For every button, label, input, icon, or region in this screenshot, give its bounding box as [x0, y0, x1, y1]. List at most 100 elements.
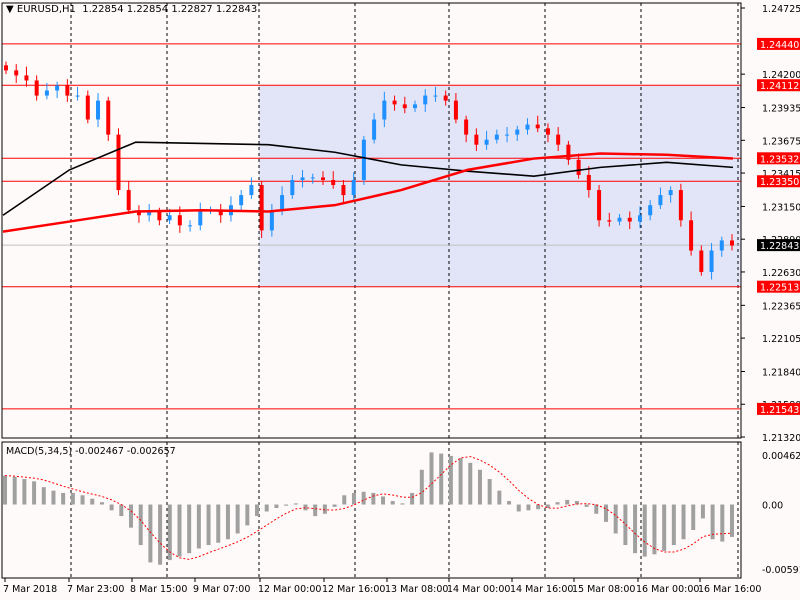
candle-body	[96, 100, 101, 120]
macd-bar	[536, 504, 541, 510]
macd-title: MACD(5,34,5) -0.002467 -0.002657	[6, 446, 176, 457]
macd-bar	[303, 504, 308, 511]
candle-body	[44, 90, 49, 96]
ohlc-label: 1.22854 1.22854 1.22827 1.22843	[82, 4, 258, 15]
candle-body	[730, 240, 734, 246]
macd-bar	[497, 490, 502, 505]
candle-body	[586, 174, 591, 191]
level-tag-label: 1.24440	[760, 40, 799, 51]
x-tick-label: 12 Mar 00:00	[258, 584, 321, 595]
candle-body	[433, 95, 438, 97]
macd-bar	[381, 496, 386, 505]
x-tick-label: 16 Mar 00:00	[636, 584, 699, 595]
level-tag-label: 1.24112	[760, 81, 799, 92]
macd-bar	[313, 504, 318, 517]
candle-body	[678, 190, 683, 221]
macd-bar	[99, 502, 104, 505]
candle-body	[177, 215, 182, 226]
candle-body	[607, 220, 612, 222]
macd-bar	[351, 492, 356, 505]
candle-body	[464, 119, 469, 135]
candle-body	[239, 195, 244, 206]
macd-bar	[70, 492, 75, 505]
macd-bar	[487, 479, 492, 505]
macd-bar	[700, 504, 705, 519]
macd-y-label: 0.004622	[762, 451, 800, 462]
macd-bar	[196, 504, 201, 549]
candle-body	[556, 134, 561, 145]
macd-bar	[477, 469, 482, 505]
macd-bar	[390, 501, 395, 505]
macd-bar	[225, 504, 230, 540]
candle-body	[259, 185, 264, 231]
x-tick-label: 7 Mar 23:00	[67, 584, 124, 595]
x-tick-label: 15 Mar 08:00	[572, 584, 635, 595]
macd-bar	[507, 501, 512, 505]
price-zone	[259, 85, 741, 287]
macd-bar	[633, 504, 638, 554]
macd-bar	[119, 504, 124, 517]
macd-bar	[90, 498, 95, 505]
y-tick-label: 1.23150	[762, 202, 800, 213]
candle-body	[14, 70, 19, 76]
candle-body	[689, 220, 694, 251]
level-tag-label: 1.21543	[760, 405, 799, 416]
macd-bar	[662, 504, 667, 551]
candle-body	[341, 185, 346, 196]
macd-bar	[361, 491, 366, 505]
candle-body	[494, 134, 499, 140]
level-tag-label: 1.23350	[760, 177, 799, 188]
candle-body	[474, 134, 479, 145]
candle-body	[658, 195, 663, 206]
macd-bar	[158, 504, 163, 565]
macd-y-label: 0.00	[762, 501, 783, 512]
candle-body	[668, 190, 673, 196]
candle-body	[24, 75, 29, 81]
macd-bar	[61, 492, 66, 505]
macd-bar	[439, 453, 444, 505]
candle-body	[402, 104, 407, 109]
y-tick-label: 1.24725	[762, 4, 800, 15]
macd-bar	[555, 502, 560, 505]
candle-body	[320, 177, 325, 180]
candle-body	[423, 95, 428, 105]
candle-body	[566, 144, 571, 160]
macd-signal-line	[4, 456, 733, 560]
current-price-label: 1.22843	[760, 241, 799, 252]
candle-body	[443, 95, 448, 101]
macd-bar	[22, 479, 27, 505]
y-tick-label: 1.21840	[762, 367, 800, 378]
x-tick-label: 9 Mar 07:00	[193, 584, 250, 595]
macd-bar	[41, 487, 46, 505]
macd-bar	[51, 490, 56, 505]
candle-body	[392, 100, 397, 105]
candle-body	[535, 124, 540, 129]
macd-bar	[371, 492, 376, 505]
x-tick-label: 14 Mar 00:00	[447, 584, 510, 595]
candle-body	[637, 215, 642, 222]
macd-bar	[274, 504, 279, 508]
macd-bar	[109, 504, 114, 511]
candle-body	[545, 128, 550, 135]
macd-bar	[293, 503, 298, 505]
y-tick-label: 1.23675	[762, 136, 800, 147]
y-tick-label: 1.22105	[762, 334, 800, 345]
candle-body	[515, 129, 520, 135]
candle-body	[351, 179, 356, 196]
macd-bar	[400, 503, 405, 505]
candle-body	[382, 100, 387, 120]
price-chart[interactable]: 1.247251.242001.239351.236751.234151.231…	[0, 0, 800, 600]
macd-bar	[148, 504, 153, 563]
candle-body	[188, 225, 193, 227]
candle-body	[576, 159, 581, 175]
macd-bar	[458, 458, 463, 505]
macd-bar	[671, 504, 676, 546]
macd-bar	[429, 452, 434, 505]
macd-bar	[138, 504, 143, 546]
candle-body	[167, 215, 172, 221]
candle-body	[75, 95, 80, 97]
candle-body	[157, 211, 162, 221]
candle-body	[34, 80, 39, 96]
macd-bar	[691, 504, 696, 530]
candle-body	[280, 195, 285, 211]
